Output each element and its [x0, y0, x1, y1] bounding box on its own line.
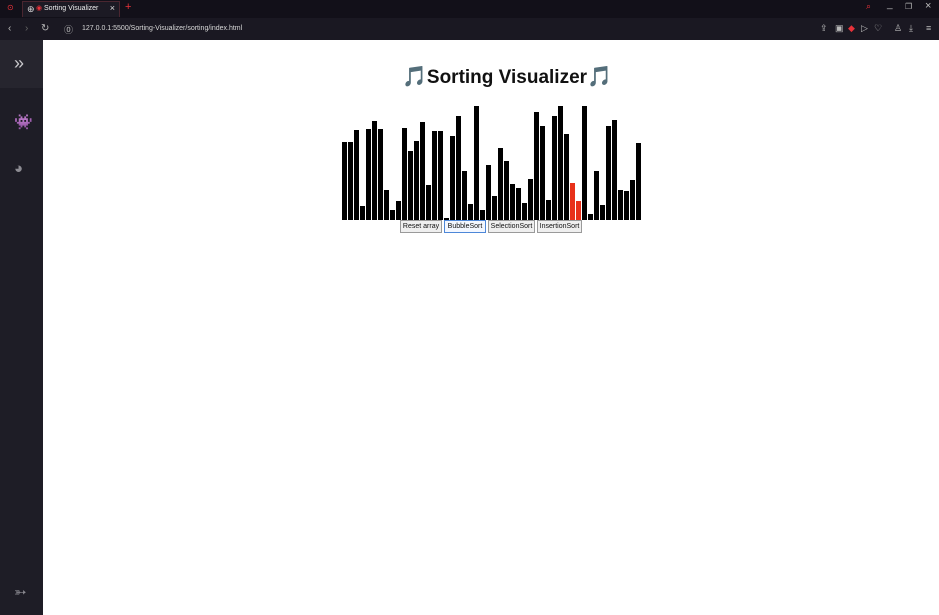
- bar: [552, 116, 557, 220]
- bar: [450, 136, 455, 220]
- restore-icon[interactable]: ❐: [905, 2, 912, 11]
- play-icon[interactable]: ▷: [861, 23, 868, 34]
- bar: [600, 205, 605, 220]
- bar: [486, 165, 491, 220]
- bar: [558, 106, 563, 220]
- bar: [564, 134, 569, 220]
- bar: [612, 120, 617, 220]
- globe-icon: ⊕: [27, 4, 35, 14]
- sidebar: » 👾 ◕ ➳: [0, 40, 43, 615]
- bar: [498, 148, 503, 220]
- page-title-text: Sorting Visualizer: [426, 67, 588, 88]
- new-tab-icon[interactable]: +: [125, 1, 131, 13]
- bar: [492, 196, 497, 220]
- bar: [474, 106, 479, 220]
- browser-tab-strip: ⊙ ⊕ ◉ Sorting Visualizer × + ⌕ _ ❐ ×: [0, 0, 939, 18]
- shield-icon[interactable]: ◆: [848, 23, 855, 34]
- bar: [594, 171, 599, 220]
- bar: [432, 131, 437, 220]
- bar: [360, 206, 365, 220]
- share-icon[interactable]: ⇪: [820, 23, 828, 34]
- bar: [546, 200, 551, 220]
- bars-container: [342, 103, 642, 220]
- address-bar: ‹ › ↻ ⓪ 127.0.0.1:5500/Sorting-Visualize…: [0, 18, 939, 40]
- heart-icon[interactable]: ♡: [874, 23, 882, 34]
- back-icon[interactable]: ‹: [8, 23, 11, 34]
- bar: [636, 143, 641, 220]
- bar: [342, 142, 347, 220]
- bar: [516, 188, 521, 220]
- browser-tab[interactable]: ⊕ ◉ Sorting Visualizer ×: [22, 1, 120, 17]
- browser-logo-icon[interactable]: ⊙: [7, 3, 14, 12]
- bar: [420, 122, 425, 220]
- bar: [456, 116, 461, 220]
- profile-icon[interactable]: ♙: [894, 23, 902, 34]
- bar: [480, 210, 485, 220]
- rocket-icon[interactable]: ➳: [14, 583, 27, 601]
- audio-icon: ◉: [36, 5, 43, 12]
- bar: [396, 201, 401, 220]
- bar: [372, 121, 377, 220]
- music-note-icon: 🎵: [587, 66, 612, 88]
- bar: [582, 106, 587, 220]
- bar: [366, 129, 371, 220]
- bar: [468, 204, 473, 220]
- bubble-sort-button[interactable]: BubbleSort: [444, 220, 486, 233]
- bar: [354, 130, 359, 220]
- menu-icon[interactable]: ≡: [926, 23, 931, 33]
- insertion-sort-button[interactable]: InsertionSort: [537, 220, 582, 233]
- bar: [630, 180, 635, 220]
- bar: [522, 203, 527, 220]
- bar: [534, 112, 539, 220]
- page-title: 🎵Sorting Visualizer🎵: [402, 64, 612, 89]
- url-field[interactable]: 127.0.0.1:5500/Sorting-Visualizer/sortin…: [82, 25, 242, 32]
- bar: [348, 142, 353, 220]
- bar: [426, 185, 431, 220]
- bar: [618, 190, 623, 220]
- bar: [402, 128, 407, 220]
- bar: [588, 214, 593, 220]
- bar: [624, 191, 629, 220]
- pacman-icon[interactable]: ◕: [14, 160, 23, 177]
- bar: [408, 151, 413, 220]
- music-note-icon: 🎵: [402, 66, 427, 88]
- bar: [504, 161, 509, 220]
- game-icon[interactable]: 👾: [14, 113, 33, 131]
- bar: [462, 171, 467, 220]
- close-tab-icon[interactable]: ×: [110, 3, 115, 13]
- forward-icon[interactable]: ›: [25, 23, 28, 34]
- reset-array-button[interactable]: Reset array: [400, 220, 442, 233]
- bar: [570, 183, 575, 220]
- selection-sort-button[interactable]: SelectionSort: [488, 220, 535, 233]
- bar: [438, 131, 443, 220]
- snapshot-icon[interactable]: ▣: [835, 23, 844, 34]
- bar: [510, 184, 515, 220]
- download-icon[interactable]: ⤓: [909, 23, 913, 34]
- bar: [576, 201, 581, 220]
- search-icon[interactable]: ⌕: [866, 1, 871, 12]
- sidebar-toggle[interactable]: »: [0, 40, 43, 88]
- site-info-icon[interactable]: ⓪: [64, 23, 73, 36]
- bar: [414, 141, 419, 220]
- close-window-icon[interactable]: ×: [925, 0, 931, 12]
- bar: [540, 126, 545, 220]
- bar: [384, 190, 389, 220]
- double-chevron-right-icon[interactable]: »: [14, 53, 24, 74]
- minimize-icon[interactable]: _: [887, 0, 893, 10]
- reload-icon[interactable]: ↻: [41, 23, 49, 34]
- bar: [390, 210, 395, 220]
- tab-title: Sorting Visualizer: [44, 5, 99, 12]
- bar: [606, 126, 611, 220]
- bar: [378, 129, 383, 220]
- bar: [528, 179, 533, 220]
